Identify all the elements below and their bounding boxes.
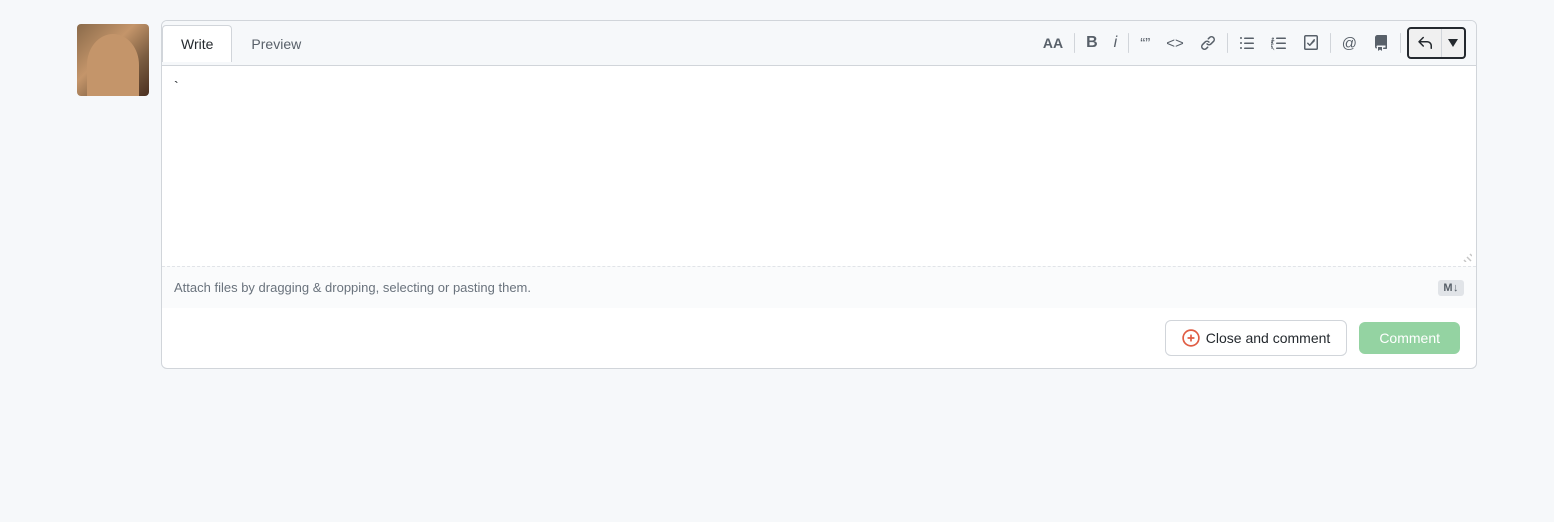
close-and-comment-label: Close and comment (1206, 330, 1331, 346)
italic-icon[interactable]: i (1109, 32, 1123, 54)
close-and-comment-button[interactable]: Close and comment (1165, 320, 1348, 356)
task-list-icon[interactable] (1298, 32, 1324, 54)
attach-text: Attach files by dragging & dropping, sel… (174, 280, 531, 295)
code-icon[interactable]: <> (1161, 33, 1189, 54)
bold-icon[interactable]: B (1081, 32, 1103, 54)
resize-handle[interactable] (1462, 252, 1474, 264)
comment-editor-container: Write Preview AA B i “” <> (77, 20, 1477, 369)
unordered-list-icon[interactable] (1234, 32, 1260, 54)
separator-1 (1074, 33, 1075, 53)
heading-icon[interactable]: AA (1038, 33, 1068, 53)
mention-icon[interactable]: @ (1337, 33, 1362, 54)
ordered-list-icon[interactable] (1266, 32, 1292, 54)
close-and-comment-icon (1182, 329, 1200, 347)
formatting-icons: AA B i “” <> (1028, 21, 1476, 65)
avatar (77, 24, 149, 96)
tab-write[interactable]: Write (162, 25, 232, 62)
reference-icon[interactable] (1368, 32, 1394, 54)
separator-4 (1330, 33, 1331, 53)
link-icon[interactable] (1195, 32, 1221, 54)
tab-preview[interactable]: Preview (232, 25, 320, 62)
editor-cursor: ` (174, 76, 1464, 97)
separator-2 (1128, 33, 1129, 53)
separator-5 (1400, 33, 1401, 53)
editor-toolbar: Write Preview AA B i “” <> (162, 21, 1476, 66)
editor-wrapper: ` (162, 66, 1476, 266)
reply-btn-main[interactable] (1409, 29, 1441, 57)
editor-tabs: Write Preview (162, 25, 320, 61)
attach-files-area[interactable]: Attach files by dragging & dropping, sel… (162, 266, 1476, 308)
footer-actions: Close and comment Comment (162, 308, 1476, 368)
comment-button[interactable]: Comment (1359, 322, 1460, 354)
reply-dropdown[interactable] (1441, 29, 1464, 57)
editor-text-area[interactable]: ` (162, 66, 1476, 266)
reply-button[interactable] (1407, 27, 1466, 59)
separator-3 (1227, 33, 1228, 53)
quote-icon[interactable]: “” (1135, 33, 1155, 54)
markdown-badge: M↓ (1438, 280, 1464, 296)
editor-panel: Write Preview AA B i “” <> (161, 20, 1477, 369)
